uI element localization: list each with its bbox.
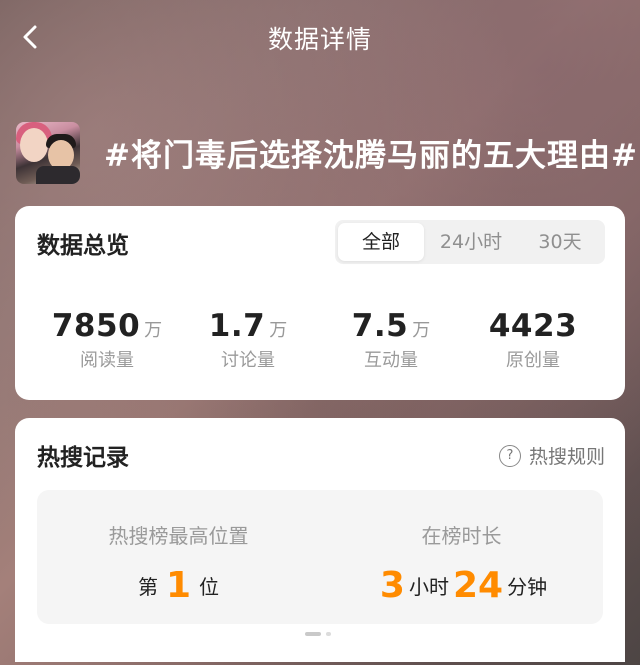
stat-unit: 万 (269, 320, 288, 341)
tab-30d[interactable]: 30天 (518, 223, 602, 261)
stat-discussions: 1.7 万 讨论量 (178, 308, 318, 372)
on-list-duration: 在榜时长 3 小时 24 分钟 (320, 490, 603, 606)
page-title: 数据详情 (267, 25, 372, 54)
stat-label: 讨论量 (221, 350, 275, 371)
hot-search-card: 热搜记录 ? 热搜规则 热搜榜最高位置 第1位 在榜时长 3 小时 24 分钟 (15, 418, 625, 662)
page-dot-active (305, 632, 321, 636)
page-indicator (305, 632, 331, 636)
tab-all[interactable]: 全部 (338, 223, 424, 261)
stat-value: 4423 (488, 308, 578, 344)
hot-search-title: 热搜记录 (37, 445, 129, 471)
topic-title: #将门毒后选择沈腾马丽的五大理由# (104, 138, 638, 174)
duration-hours: 3 (379, 565, 405, 606)
tab-24h[interactable]: 24小时 (427, 223, 515, 261)
peak-position: 热搜榜最高位置 第1位 (37, 490, 320, 606)
page-dot (326, 632, 331, 636)
peak-prefix: 第 (137, 575, 158, 599)
stat-unit: 万 (412, 320, 431, 341)
question-circle-icon: ? (498, 444, 521, 467)
peak-value: 1 (165, 565, 192, 606)
overview-card: 数据总览 全部 24小时 30天 7850 万 阅读量 1.7 万 讨论量 7.5 万… (15, 206, 625, 400)
overview-title: 数据总览 (37, 233, 129, 259)
stat-originals: 4423 原创量 (463, 308, 603, 372)
stat-label: 原创量 (506, 350, 560, 371)
time-range-tabs: 全部 24小时 30天 (335, 220, 605, 264)
peak-suffix: 位 (199, 575, 220, 599)
hot-search-rules-link[interactable]: ? 热搜规则 (498, 442, 605, 469)
topic-avatar[interactable] (16, 122, 80, 184)
minutes-unit: 分钟 (507, 575, 548, 599)
hours-unit: 小时 (408, 575, 449, 599)
stat-interactions: 7.5 万 互动量 (321, 308, 461, 372)
stat-label: 阅读量 (80, 350, 134, 371)
stat-label: 互动量 (364, 350, 418, 371)
stat-value: 7.5 (351, 308, 409, 344)
duration-label: 在榜时长 (421, 524, 502, 548)
top-bar: 数据详情 (0, 0, 640, 74)
stat-reads: 7850 万 阅读量 (37, 308, 177, 372)
hot-search-stats: 热搜榜最高位置 第1位 在榜时长 3 小时 24 分钟 (37, 490, 603, 624)
stat-value: 7850 (51, 308, 141, 344)
rules-label: 热搜规则 (528, 446, 605, 468)
stat-value: 1.7 (208, 308, 266, 344)
peak-label: 热搜榜最高位置 (108, 524, 249, 548)
duration-minutes: 24 (452, 565, 504, 606)
stat-unit: 万 (144, 320, 163, 341)
